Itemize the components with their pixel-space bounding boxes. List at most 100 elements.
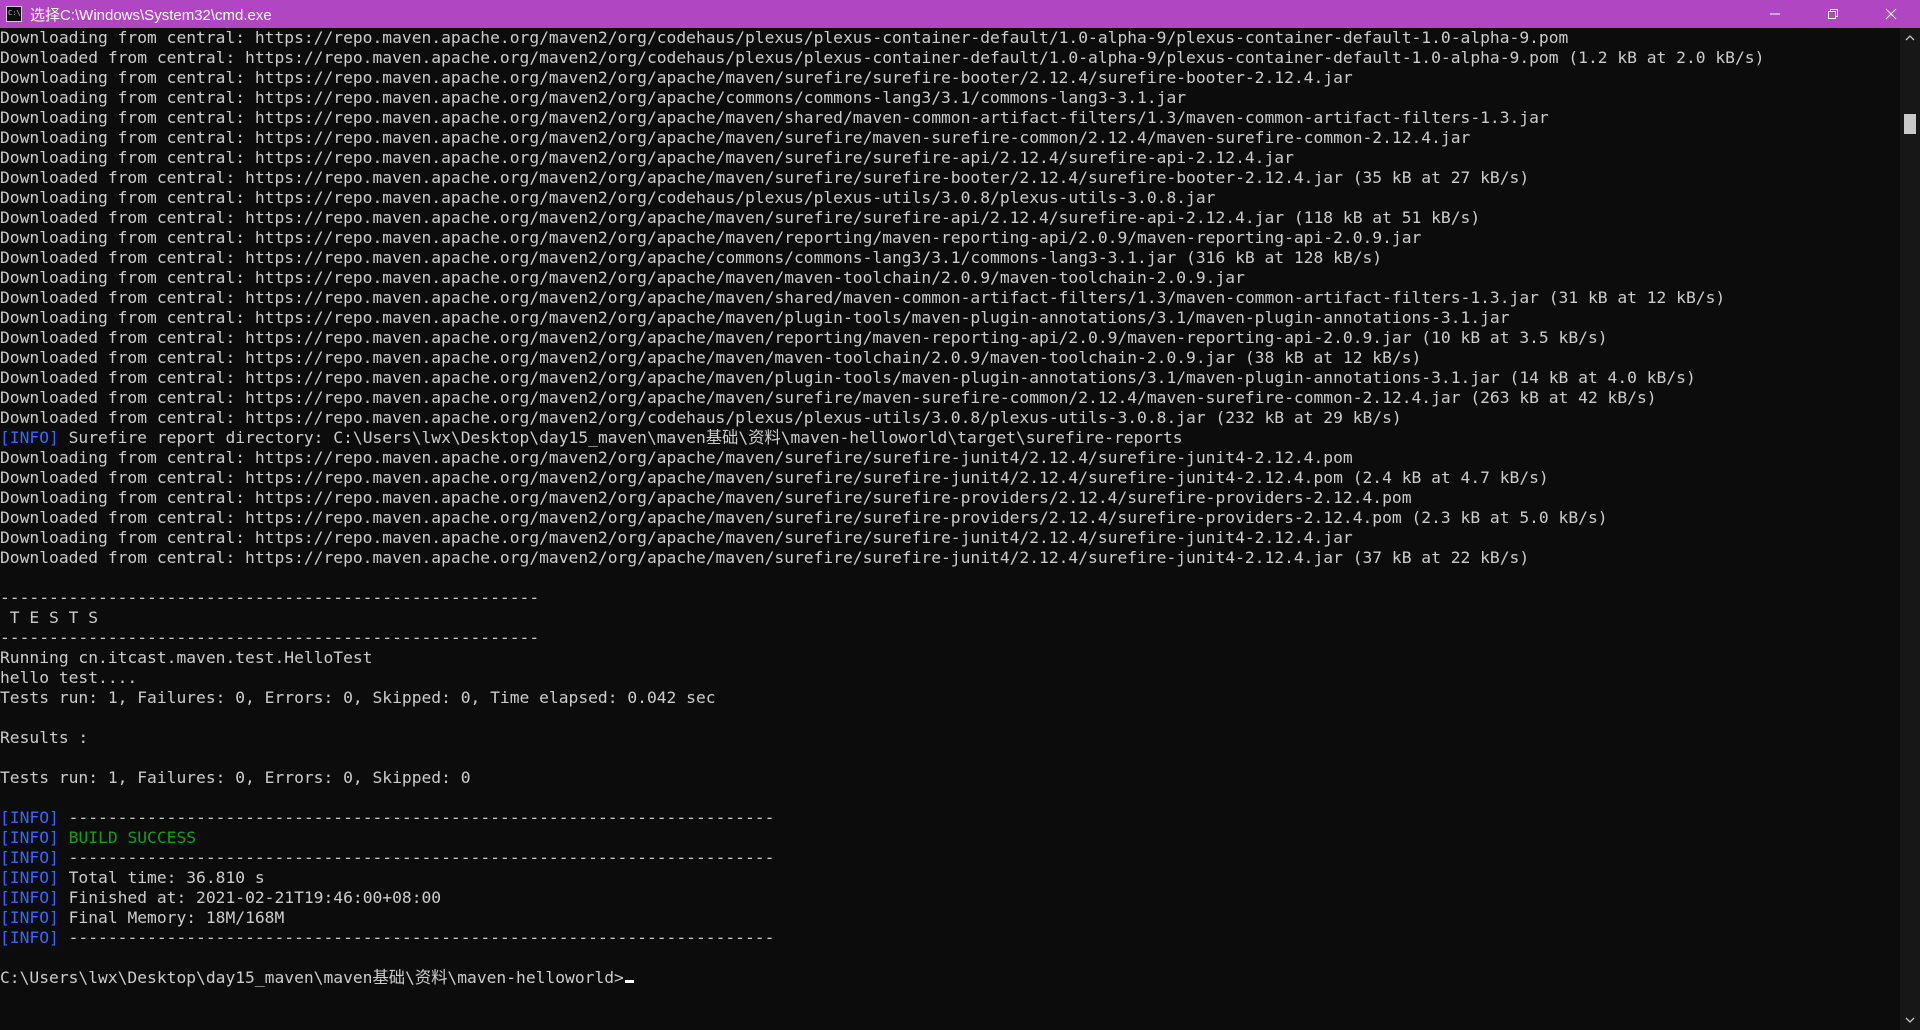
window-title: 选择C:\Windows\System32\cmd.exe bbox=[30, 6, 272, 24]
scroll-down-arrow-icon bbox=[1905, 1017, 1915, 1023]
console-line-text: Downloading from central: https://repo.m… bbox=[0, 28, 1569, 47]
console-line: Downloaded from central: https://repo.ma… bbox=[0, 408, 1900, 428]
console-line: Downloaded from central: https://repo.ma… bbox=[0, 208, 1900, 228]
cmd-app-icon[interactable]: C:\ bbox=[6, 6, 22, 22]
console-line-text: Downloaded from central: https://repo.ma… bbox=[0, 408, 1402, 427]
console-line-text: ----------------------------------------… bbox=[58, 848, 775, 867]
info-prefix: [INFO] bbox=[0, 848, 59, 867]
console-line-text: Downloading from central: https://repo.m… bbox=[0, 148, 1294, 167]
console-line: [INFO] ---------------------------------… bbox=[0, 848, 1900, 868]
console-line-text: Downloaded from central: https://repo.ma… bbox=[0, 168, 1530, 187]
console-line: Downloaded from central: https://repo.ma… bbox=[0, 468, 1900, 488]
console-line: Tests run: 1, Failures: 0, Errors: 0, Sk… bbox=[0, 768, 1900, 788]
console-line: Downloading from central: https://repo.m… bbox=[0, 448, 1900, 468]
console-line: [INFO] ---------------------------------… bbox=[0, 808, 1900, 828]
console-line-text: Results : bbox=[0, 728, 89, 747]
console-line-text: Downloading from central: https://repo.m… bbox=[0, 268, 1245, 287]
console-line-text: Downloading from central: https://repo.m… bbox=[0, 528, 1353, 547]
info-prefix: [INFO] bbox=[0, 928, 59, 947]
scrollbar-thumb[interactable] bbox=[1904, 114, 1916, 134]
console-line-text: Downloaded from central: https://repo.ma… bbox=[0, 548, 1530, 567]
console-line-text: Tests run: 1, Failures: 0, Errors: 0, Sk… bbox=[0, 768, 471, 787]
console-line-text: ----------------------------------------… bbox=[58, 928, 775, 947]
console-line: [INFO] Surefire report directory: C:\Use… bbox=[0, 428, 1900, 448]
console-line: Downloading from central: https://repo.m… bbox=[0, 28, 1900, 48]
console-line: ----------------------------------------… bbox=[0, 588, 1900, 608]
console-line: Downloaded from central: https://repo.ma… bbox=[0, 388, 1900, 408]
title-bar[interactable]: C:\ 选择C:\Windows\System32\cmd.exe bbox=[0, 0, 1920, 28]
console-line: Downloading from central: https://repo.m… bbox=[0, 148, 1900, 168]
text-cursor bbox=[624, 980, 634, 983]
window-controls bbox=[1746, 0, 1920, 28]
console-line: Downloading from central: https://repo.m… bbox=[0, 308, 1900, 328]
console-line-text: Final Memory: 18M/168M bbox=[58, 908, 285, 927]
console-line-text: Downloading from central: https://repo.m… bbox=[0, 488, 1412, 507]
info-prefix: [INFO] bbox=[0, 888, 59, 907]
console-line-text: Downloaded from central: https://repo.ma… bbox=[0, 48, 1765, 67]
console-line-text: Downloaded from central: https://repo.ma… bbox=[0, 368, 1696, 387]
console-line-text: Downloading from central: https://repo.m… bbox=[0, 228, 1422, 247]
console-line-text: ----------------------------------------… bbox=[0, 628, 540, 647]
console-line-text: Downloaded from central: https://repo.ma… bbox=[0, 388, 1657, 407]
console-line-text: Downloading from central: https://repo.m… bbox=[0, 128, 1471, 147]
console-line: T E S T S bbox=[0, 608, 1900, 628]
console-line-text: T E S T S bbox=[0, 608, 99, 627]
console-line-text: Downloading from central: https://repo.m… bbox=[0, 108, 1549, 127]
console-line-text: ----------------------------------------… bbox=[0, 588, 540, 607]
console-output[interactable]: Downloading from central: https://repo.m… bbox=[0, 28, 1900, 1030]
console-line: [INFO] Final Memory: 18M/168M bbox=[0, 908, 1900, 928]
console-line: Downloading from central: https://repo.m… bbox=[0, 528, 1900, 548]
close-button[interactable] bbox=[1862, 0, 1920, 28]
console-line: Downloading from central: https://repo.m… bbox=[0, 108, 1900, 128]
console-line: [INFO] ---------------------------------… bbox=[0, 928, 1900, 948]
console-line-text: ----------------------------------------… bbox=[58, 808, 775, 827]
console-line: Results : bbox=[0, 728, 1900, 748]
console-line-text: Downloading from central: https://repo.m… bbox=[0, 88, 1187, 107]
console-line: Downloaded from central: https://repo.ma… bbox=[0, 348, 1900, 368]
console-line: Tests run: 1, Failures: 0, Errors: 0, Sk… bbox=[0, 688, 1900, 708]
info-prefix: [INFO] bbox=[0, 428, 59, 447]
console-line-text: hello test.... bbox=[0, 668, 138, 687]
scroll-down-button[interactable] bbox=[1900, 1010, 1920, 1030]
console-line: Downloaded from central: https://repo.ma… bbox=[0, 368, 1900, 388]
restore-button[interactable] bbox=[1804, 0, 1862, 28]
console-line: Downloading from central: https://repo.m… bbox=[0, 488, 1900, 508]
console-line-text: Surefire report directory: C:\Users\lwx\… bbox=[58, 428, 1183, 447]
console-line-text: Finished at: 2021-02-21T19:46:00+08:00 bbox=[58, 888, 442, 907]
console-line: Running cn.itcast.maven.test.HelloTest bbox=[0, 648, 1900, 668]
console-line: Downloading from central: https://repo.m… bbox=[0, 228, 1900, 248]
console-line: C:\Users\lwx\Desktop\day15_maven\maven基础… bbox=[0, 968, 1900, 988]
console-line: Downloading from central: https://repo.m… bbox=[0, 268, 1900, 288]
console-line-text: Downloading from central: https://repo.m… bbox=[0, 188, 1216, 207]
console-line: hello test.... bbox=[0, 668, 1900, 688]
console-line-text bbox=[59, 828, 69, 847]
info-prefix: [INFO] bbox=[0, 908, 59, 927]
scroll-up-button[interactable] bbox=[1900, 28, 1920, 48]
console-line: Downloading from central: https://repo.m… bbox=[0, 188, 1900, 208]
console-line: ----------------------------------------… bbox=[0, 628, 1900, 648]
console-line: Downloading from central: https://repo.m… bbox=[0, 88, 1900, 108]
restore-icon bbox=[1828, 9, 1838, 19]
console-line-text: C:\Users\lwx\Desktop\day15_maven\maven基础… bbox=[0, 968, 624, 987]
console-line: Downloaded from central: https://repo.ma… bbox=[0, 328, 1900, 348]
console-line: [INFO] Finished at: 2021-02-21T19:46:00+… bbox=[0, 888, 1900, 908]
console-line-text: Downloaded from central: https://repo.ma… bbox=[0, 248, 1383, 267]
console-line-text: Downloaded from central: https://repo.ma… bbox=[0, 468, 1549, 487]
minimize-button[interactable] bbox=[1746, 0, 1804, 28]
console-line: [INFO] Total time: 36.810 s bbox=[0, 868, 1900, 888]
close-icon bbox=[1885, 8, 1897, 20]
console-line-text: Downloaded from central: https://repo.ma… bbox=[0, 208, 1481, 227]
console-line-text: Downloaded from central: https://repo.ma… bbox=[0, 288, 1726, 307]
console-line: [INFO] BUILD SUCCESS bbox=[0, 828, 1900, 848]
console-line: Downloading from central: https://repo.m… bbox=[0, 68, 1900, 88]
console-line: Downloaded from central: https://repo.ma… bbox=[0, 288, 1900, 308]
console-line-text: Downloading from central: https://repo.m… bbox=[0, 308, 1510, 327]
vertical-scrollbar[interactable] bbox=[1900, 28, 1920, 1030]
info-prefix: [INFO] bbox=[0, 808, 59, 827]
console-line: Downloading from central: https://repo.m… bbox=[0, 128, 1900, 148]
console-line: Downloaded from central: https://repo.ma… bbox=[0, 168, 1900, 188]
info-prefix: [INFO] bbox=[0, 868, 59, 887]
